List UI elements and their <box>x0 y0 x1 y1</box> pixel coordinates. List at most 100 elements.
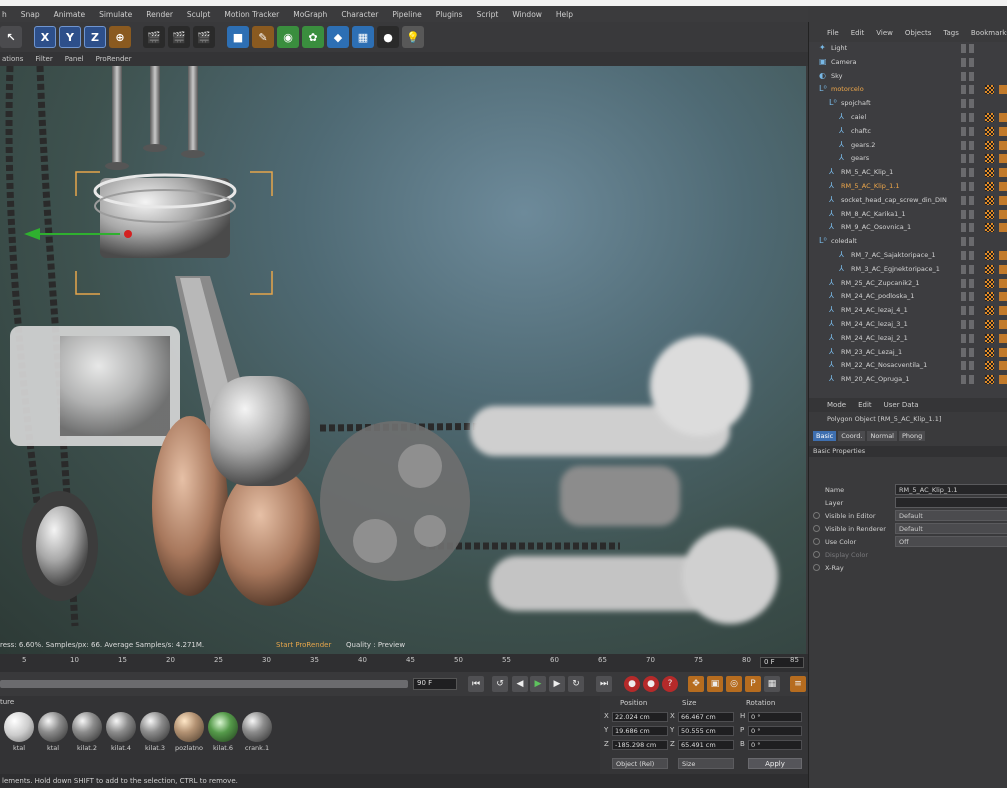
render-dot-icon[interactable] <box>969 251 974 260</box>
size-field[interactable]: 50.555 cm <box>678 726 734 736</box>
menu-item[interactable]: Help <box>556 10 573 19</box>
material-tag-icon[interactable] <box>985 223 994 233</box>
material-tag-icon[interactable] <box>985 168 994 178</box>
render-dot-icon[interactable] <box>969 126 974 136</box>
object-row[interactable]: ⅄ RM_7_AC_Sajaktoripace_1 <box>809 249 1007 263</box>
object-list[interactable]: ✦ Light ▣ Camera ◐ Sky L⁰ motorcelo L⁰ spojchaft ⅄… <box>809 42 1007 404</box>
visibility-dot-icon[interactable] <box>961 264 966 274</box>
menu-item[interactable]: Simulate <box>99 10 132 19</box>
object-row[interactable]: ✦ Light <box>809 42 1007 56</box>
render-dot-icon[interactable] <box>969 195 974 205</box>
object-row[interactable]: ⅄ RM_24_AC_lezaj_3_1 <box>809 318 1007 332</box>
material-tag-icon[interactable] <box>985 251 994 260</box>
record-icon[interactable]: ● <box>624 676 640 692</box>
attribute-menu-item[interactable]: Mode <box>827 401 846 409</box>
render-dot-icon[interactable] <box>969 71 974 81</box>
visibility-dot-icon[interactable] <box>961 44 966 53</box>
object-row[interactable]: ⅄ chaftc <box>809 125 1007 139</box>
render-settings-icon[interactable]: 🎬 <box>193 26 215 48</box>
material-swatch[interactable]: kilat.3 <box>140 712 170 754</box>
material-tag-icon[interactable] <box>985 140 994 150</box>
object-manager-menu-item[interactable]: Objects <box>905 29 931 37</box>
visibility-dot-icon[interactable] <box>961 113 966 122</box>
array-icon[interactable]: ✿ <box>302 26 324 48</box>
viewport-menu-item[interactable]: Panel <box>65 55 84 63</box>
menu-item[interactable]: Animate <box>54 10 85 19</box>
autokey-icon[interactable]: ● <box>643 676 659 692</box>
attribute-menu-item[interactable]: Edit <box>858 401 872 409</box>
phong-tag-icon[interactable] <box>999 195 1007 205</box>
material-swatch[interactable]: pozlatno <box>174 712 204 754</box>
phong-tag-icon[interactable] <box>999 361 1007 371</box>
material-tag-icon[interactable] <box>985 264 994 274</box>
render-dot-icon[interactable] <box>969 237 974 247</box>
property-input[interactable] <box>895 497 1007 508</box>
visibility-dot-icon[interactable] <box>961 223 966 233</box>
render-dot-icon[interactable] <box>969 140 974 150</box>
phong-tag-icon[interactable] <box>999 292 1007 302</box>
object-row[interactable]: ⅄ gears.2 <box>809 139 1007 153</box>
phong-tag-icon[interactable] <box>999 223 1007 233</box>
object-manager-menu-item[interactable]: Bookmarks <box>971 29 1007 37</box>
menu-item[interactable]: Snap <box>21 10 40 19</box>
phong-tag-icon[interactable] <box>999 154 1007 164</box>
visibility-dot-icon[interactable] <box>961 85 966 95</box>
attribute-tab-normal[interactable]: Normal <box>867 431 897 441</box>
y-axis-toggle[interactable]: Y <box>59 26 81 48</box>
render-dot-icon[interactable] <box>969 292 974 302</box>
material-swatch[interactable]: crank.1 <box>242 712 272 754</box>
material-tag-icon[interactable] <box>985 113 994 122</box>
object-row[interactable]: ⅄ RM_3_AC_Egjnektoripace_1 <box>809 263 1007 277</box>
menu-item[interactable]: Render <box>146 10 173 19</box>
material-tag-icon[interactable] <box>985 182 994 191</box>
property-dropdown[interactable]: Default <box>895 523 1007 534</box>
render-dot-icon[interactable] <box>969 209 974 219</box>
move-key-icon[interactable]: ✥ <box>688 676 704 692</box>
arrow-tool-icon[interactable]: ↖ <box>0 26 22 48</box>
object-row[interactable]: ⅄ RM_24_AC_lezaj_2_1 <box>809 332 1007 346</box>
keyframe-selection-icon[interactable]: ? <box>662 676 678 692</box>
object-manager-menu-item[interactable]: Edit <box>851 29 865 37</box>
phong-tag-icon[interactable] <box>999 140 1007 150</box>
subdivision-icon[interactable]: ◉ <box>277 26 299 48</box>
material-swatch[interactable]: kilat.2 <box>72 712 102 754</box>
visibility-dot-icon[interactable] <box>961 71 966 81</box>
visibility-dot-icon[interactable] <box>961 182 966 191</box>
menu-item[interactable]: Window <box>512 10 542 19</box>
phong-tag-icon[interactable] <box>999 306 1007 316</box>
animate-radio-icon[interactable] <box>813 538 820 545</box>
material-tag-icon[interactable] <box>985 306 994 316</box>
apply-button[interactable]: Apply <box>748 758 802 769</box>
material-tag-icon[interactable] <box>985 126 994 136</box>
menu-item[interactable]: h <box>2 10 7 19</box>
object-row[interactable]: L⁰ spojchaft <box>809 97 1007 111</box>
scale-key-icon[interactable]: ▣ <box>707 676 723 692</box>
material-tag-icon[interactable] <box>985 209 994 219</box>
material-tag-icon[interactable] <box>985 361 994 371</box>
phong-tag-icon[interactable] <box>999 168 1007 178</box>
visibility-dot-icon[interactable] <box>961 168 966 178</box>
render-dot-icon[interactable] <box>969 57 974 67</box>
object-row[interactable]: ⅄ gears <box>809 152 1007 166</box>
render-dot-icon[interactable] <box>969 347 974 357</box>
goto-start-icon[interactable]: ⏮ <box>468 676 484 692</box>
property-input[interactable]: RM_5_AC_Klip_1.1 <box>895 484 1007 495</box>
object-row[interactable]: L⁰ coledalt <box>809 235 1007 249</box>
position-field[interactable]: 19.686 cm <box>612 726 668 736</box>
render-dot-icon[interactable] <box>969 223 974 233</box>
deformer-icon[interactable]: ◆ <box>327 26 349 48</box>
menu-item[interactable]: Character <box>341 10 378 19</box>
phong-tag-icon[interactable] <box>999 333 1007 343</box>
object-row[interactable]: ⅄ RM_5_AC_Klip_1.1 <box>809 180 1007 194</box>
visibility-dot-icon[interactable] <box>961 140 966 150</box>
render-dot-icon[interactable] <box>969 85 974 95</box>
phong-tag-icon[interactable] <box>999 264 1007 274</box>
render-dot-icon[interactable] <box>969 44 974 53</box>
material-tag-icon[interactable] <box>985 347 994 357</box>
render-dot-icon[interactable] <box>969 154 974 164</box>
render-dot-icon[interactable] <box>969 333 974 343</box>
material-tag-icon[interactable] <box>985 154 994 164</box>
object-row[interactable]: ⅄ socket_head_cap_screw_din_DIN <box>809 194 1007 208</box>
render-view-icon[interactable]: 🎬 <box>143 26 165 48</box>
viewport-menu-item[interactable]: ations <box>2 55 23 63</box>
